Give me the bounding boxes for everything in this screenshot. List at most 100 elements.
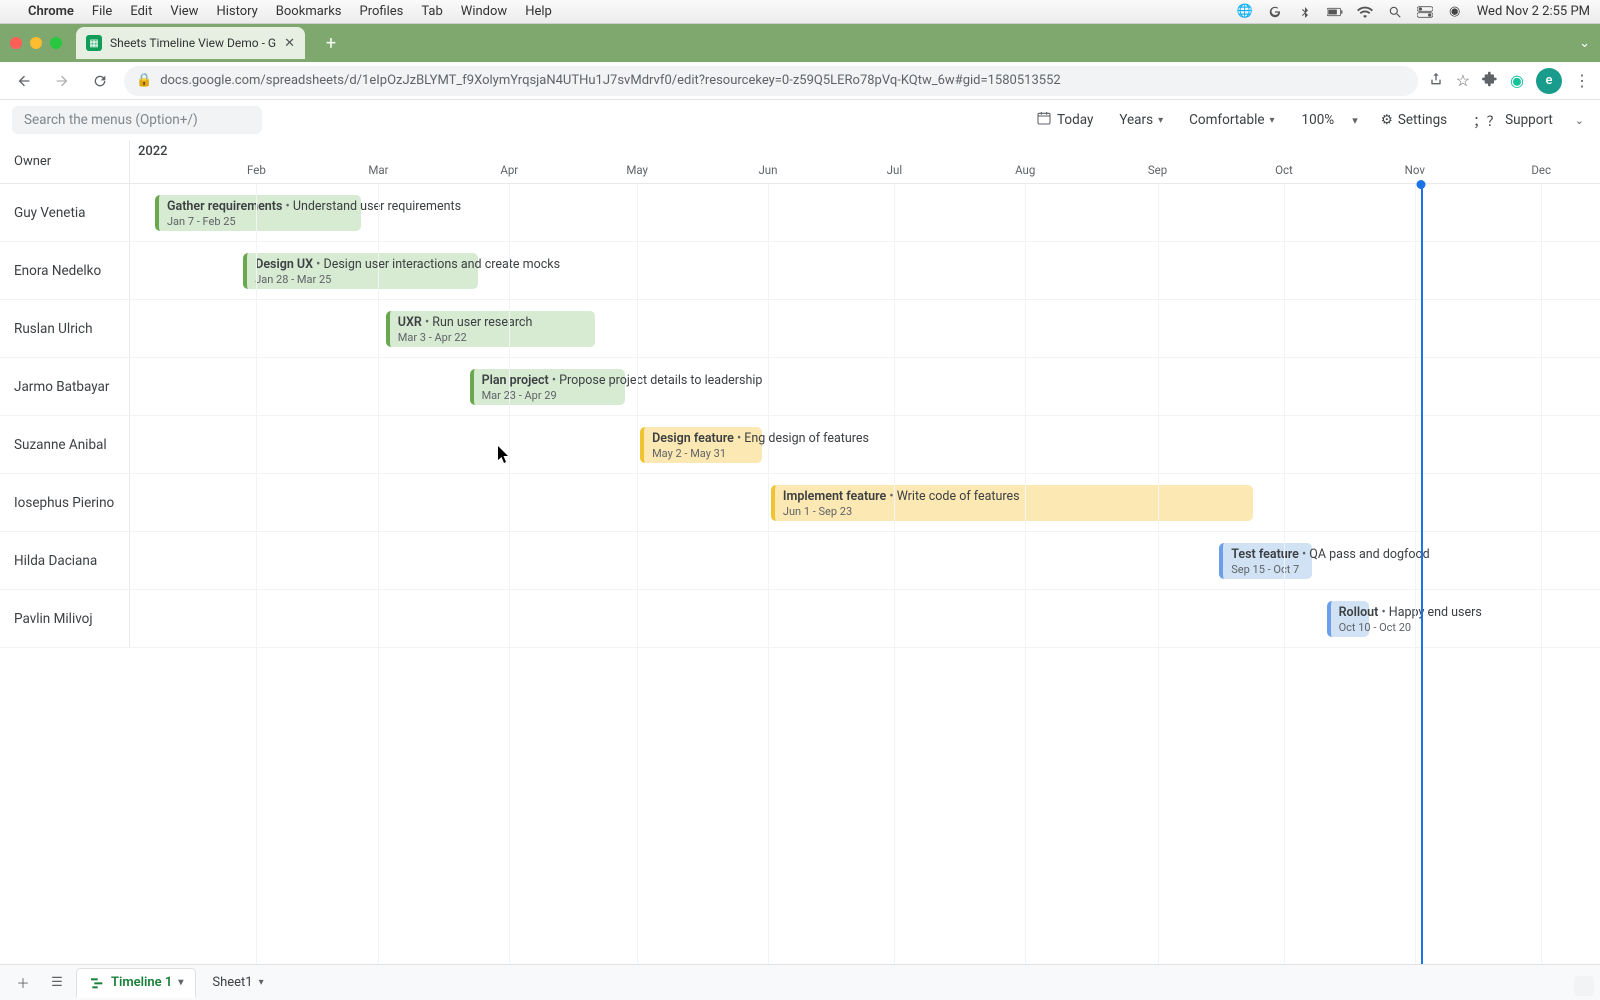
owner-cell: Iosephus Pierino: [0, 474, 130, 531]
timeline-bar[interactable]: Implement feature • Write code of featur…: [771, 485, 1253, 521]
month-label: Apr: [500, 163, 518, 177]
close-window-button[interactable]: [10, 37, 22, 49]
month-label: Jul: [887, 163, 902, 177]
collapse-toolbar-button[interactable]: ⌄: [1571, 110, 1588, 131]
today-indicator-line: [1421, 184, 1423, 964]
density-dropdown[interactable]: Comfortable▾: [1181, 107, 1282, 133]
gridline: [1158, 184, 1159, 964]
gear-icon: ⚙: [1381, 112, 1393, 128]
mac-menu-history[interactable]: History: [216, 4, 257, 19]
gridline: [1415, 184, 1416, 964]
mac-menu-window[interactable]: Window: [461, 4, 507, 19]
timeline-lane[interactable]: Design feature • Eng design of featuresM…: [130, 416, 1600, 473]
add-sheet-button[interactable]: ＋: [8, 968, 38, 998]
share-icon[interactable]: [1428, 71, 1444, 91]
help-icon: ；？: [1473, 110, 1500, 130]
owner-cell: Jarmo Batbayar: [0, 358, 130, 415]
timeline-row: Suzanne AnibalDesign feature • Eng desig…: [0, 416, 1600, 474]
timeline-lane[interactable]: Gather requirements • Understand user re…: [130, 184, 1600, 241]
minimize-window-button[interactable]: [30, 37, 42, 49]
timeline-lane[interactable]: Test feature • QA pass and dogfoodSep 15…: [130, 532, 1600, 589]
mac-menu-profiles[interactable]: Profiles: [360, 4, 404, 19]
timeline-bar[interactable]: Gather requirements • Understand user re…: [155, 195, 361, 231]
owner-cell: Guy Venetia: [0, 184, 130, 241]
mac-menu-tab[interactable]: Tab: [421, 4, 442, 19]
timeline-lane[interactable]: Implement feature • Write code of featur…: [130, 474, 1600, 531]
mac-menu-edit[interactable]: Edit: [130, 4, 152, 19]
wifi-icon[interactable]: [1357, 4, 1373, 20]
siri-icon[interactable]: ◉: [1447, 4, 1463, 20]
back-button[interactable]: [10, 67, 38, 95]
chevron-down-icon: ▾: [1270, 115, 1275, 126]
chrome-menu-icon[interactable]: ⋮: [1574, 71, 1590, 90]
url-input[interactable]: 🔒 docs.google.com/spreadsheets/d/1eIpOzJ…: [124, 66, 1418, 96]
timeline-rows: Guy Venetia Gather requirements • Underst…: [0, 184, 1600, 648]
timeline-bar[interactable]: Rollout • Happy end usersOct 10 - Oct 20: [1327, 601, 1370, 637]
grammarly-icon[interactable]: ◉: [1510, 71, 1524, 90]
timeline-bar[interactable]: Test feature • QA pass and dogfoodSep 15…: [1219, 543, 1312, 579]
timeline-bar[interactable]: UXR • Run user researchMar 3 - Apr 22: [386, 311, 595, 347]
forward-button[interactable]: [48, 67, 76, 95]
gridline: [256, 184, 257, 964]
timeline-lane[interactable]: Rollout • Happy end usersOct 10 - Oct 20: [130, 590, 1600, 647]
today-button[interactable]: Today: [1028, 105, 1101, 135]
support-button[interactable]: ；？ Support: [1465, 105, 1561, 135]
gridline: [1025, 184, 1026, 964]
timeline-bar[interactable]: Design UX • Design user interactions and…: [243, 253, 478, 289]
group-by-header[interactable]: Owner: [0, 140, 130, 183]
explore-button[interactable]: [1574, 976, 1594, 996]
google-status-icon[interactable]: [1267, 4, 1283, 20]
zoom-dropdown[interactable]: 100%: [1294, 107, 1343, 133]
month-label: Sep: [1148, 163, 1167, 177]
timeline-bar[interactable]: Plan project • Propose project details t…: [470, 369, 626, 405]
timeline-bar[interactable]: Design feature • Eng design of featuresM…: [640, 427, 762, 463]
mac-menu-view[interactable]: View: [170, 4, 198, 19]
sheet-tab-timeline[interactable]: Timeline 1 ▾: [76, 968, 196, 998]
sheet-tab-sheet1[interactable]: Sheet1 ▾: [200, 969, 275, 996]
search-menus-input[interactable]: Search the menus (Option+/): [12, 106, 262, 134]
search-placeholder: Search the menus (Option+/): [24, 112, 198, 128]
gridline: [509, 184, 510, 964]
gridline: [637, 184, 638, 964]
window-controls: [10, 37, 62, 49]
fullscreen-window-button[interactable]: [50, 37, 62, 49]
all-sheets-button[interactable]: ☰: [42, 968, 72, 998]
mac-app-name[interactable]: Chrome: [28, 4, 74, 19]
sheets-favicon-icon: ▦: [86, 35, 102, 51]
timeline-row: Hilda DacianaTest feature • QA pass and …: [0, 532, 1600, 590]
battery-icon[interactable]: [1327, 4, 1343, 20]
timescale-dropdown[interactable]: Years▾: [1111, 107, 1171, 133]
year-label: 2022: [138, 144, 168, 159]
timeline-lane[interactable]: UXR • Run user researchMar 3 - Apr 22: [130, 300, 1600, 357]
extensions-icon[interactable]: [1482, 71, 1498, 91]
mac-clock[interactable]: Wed Nov 2 2:55 PM: [1477, 4, 1590, 19]
profile-avatar[interactable]: e: [1536, 68, 1562, 94]
reload-button[interactable]: [86, 67, 114, 95]
timeline-lane[interactable]: Design UX • Design user interactions and…: [130, 242, 1600, 299]
chrome-tab-strip: ▦ Sheets Timeline View Demo - G ✕ + ⌄: [0, 24, 1600, 62]
chevron-down-icon[interactable]: ▾: [259, 977, 264, 988]
close-tab-icon[interactable]: ✕: [284, 36, 295, 51]
chevron-down-icon[interactable]: ▾: [178, 977, 183, 988]
spotlight-icon[interactable]: [1387, 4, 1403, 20]
input-source-icon[interactable]: 🌐: [1237, 4, 1253, 20]
chevron-down-icon[interactable]: ▾: [1348, 110, 1362, 131]
mac-menu-bookmarks[interactable]: Bookmarks: [276, 4, 342, 19]
settings-button[interactable]: ⚙ Settings: [1373, 107, 1455, 133]
browser-tab[interactable]: ▦ Sheets Timeline View Demo - G ✕: [76, 27, 305, 59]
timeline-lane[interactable]: Plan project • Propose project details t…: [130, 358, 1600, 415]
mac-menu-help[interactable]: Help: [525, 4, 552, 19]
bluetooth-icon[interactable]: [1297, 4, 1313, 20]
owner-cell: Ruslan Ulrich: [0, 300, 130, 357]
bookmark-icon[interactable]: ☆: [1456, 71, 1470, 90]
owner-cell: Enora Nedelko: [0, 242, 130, 299]
tab-overflow-button[interactable]: ⌄: [1579, 36, 1590, 51]
new-tab-button[interactable]: +: [317, 29, 345, 57]
today-indicator-dot: [1416, 180, 1425, 189]
mac-menu-file[interactable]: File: [92, 4, 112, 19]
sheet-tab-bar: ＋ ☰ Timeline 1 ▾ Sheet1 ▾: [0, 964, 1600, 1000]
month-label: May: [626, 163, 648, 177]
gridline: [1284, 184, 1285, 964]
gridline: [1541, 184, 1542, 964]
control-center-icon[interactable]: [1417, 4, 1433, 20]
